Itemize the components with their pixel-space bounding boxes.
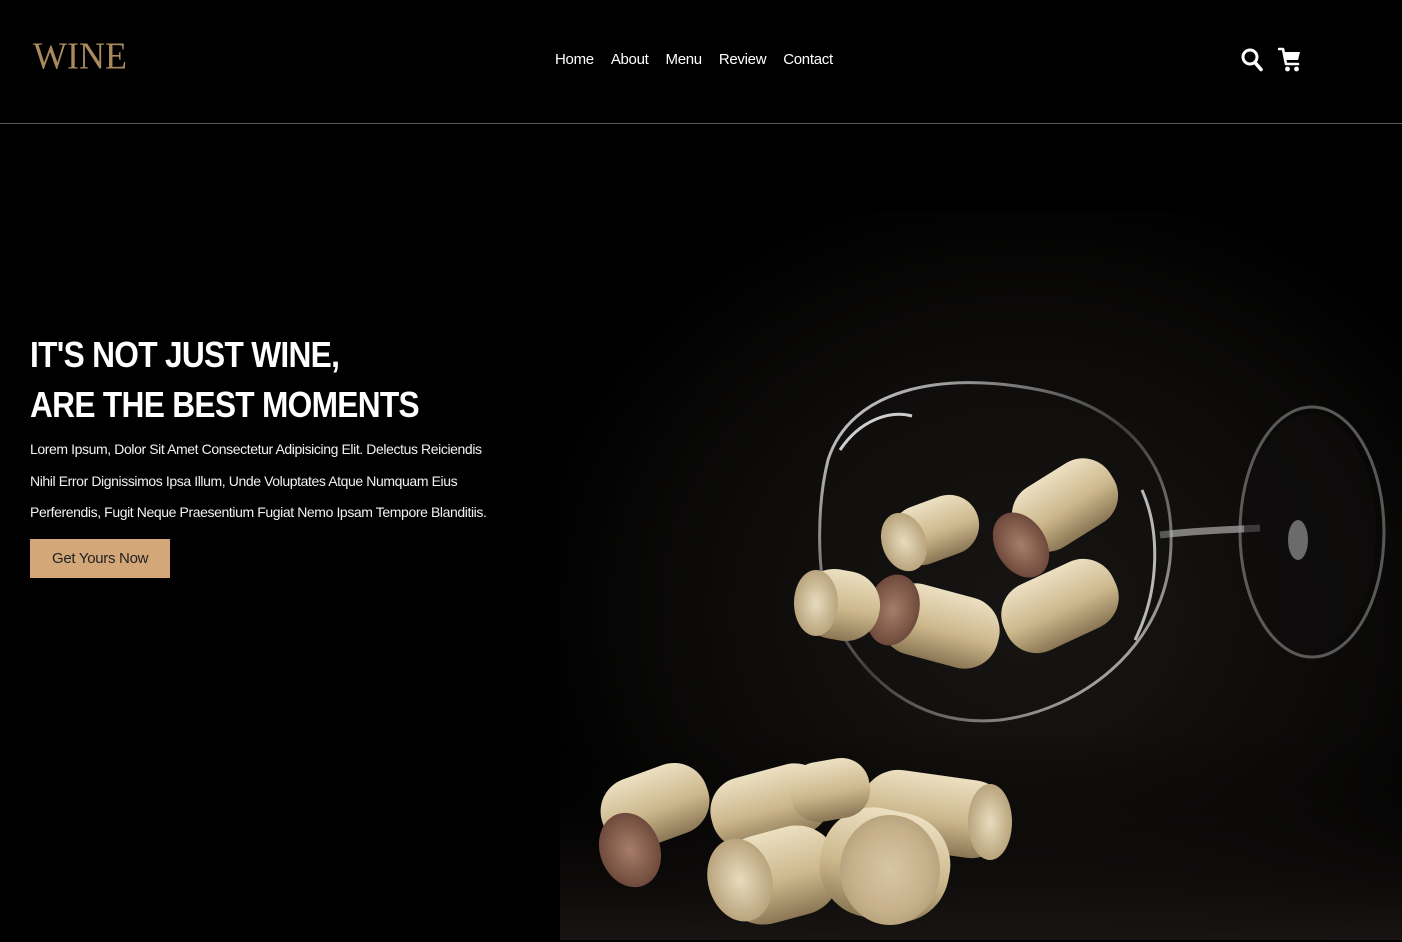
logo[interactable]: WINE: [33, 37, 127, 75]
main-nav: Home About Menu Review Contact: [555, 51, 833, 69]
hero-content: IT'S NOT JUST WINE, ARE THE BEST MOMENTS…: [30, 330, 510, 578]
get-yours-now-button[interactable]: Get Yours Now: [30, 538, 171, 578]
nav-about[interactable]: About: [611, 51, 649, 69]
hero-title-line2: ARE THE BEST MOMENTS: [30, 384, 420, 425]
hero-title-line1: IT'S NOT JUST WINE,: [30, 334, 340, 375]
hero-description: Lorem Ipsum, Dolor Sit Amet Consectetur …: [30, 441, 487, 520]
cart-icon[interactable]: [1278, 46, 1302, 74]
header-actions: [1240, 46, 1302, 74]
wine-glass-corks-image: [560, 210, 1402, 940]
hero-section: IT'S NOT JUST WINE, ARE THE BEST MOMENTS…: [0, 125, 1402, 942]
site-header: WINE Home About Menu Review Contact: [0, 0, 1402, 124]
hero-title: IT'S NOT JUST WINE, ARE THE BEST MOMENTS: [30, 330, 452, 430]
nav-contact[interactable]: Contact: [783, 51, 833, 69]
nav-menu[interactable]: Menu: [666, 51, 703, 69]
nav-review[interactable]: Review: [719, 51, 767, 69]
search-icon[interactable]: [1240, 46, 1264, 74]
nav-home[interactable]: Home: [555, 51, 594, 69]
